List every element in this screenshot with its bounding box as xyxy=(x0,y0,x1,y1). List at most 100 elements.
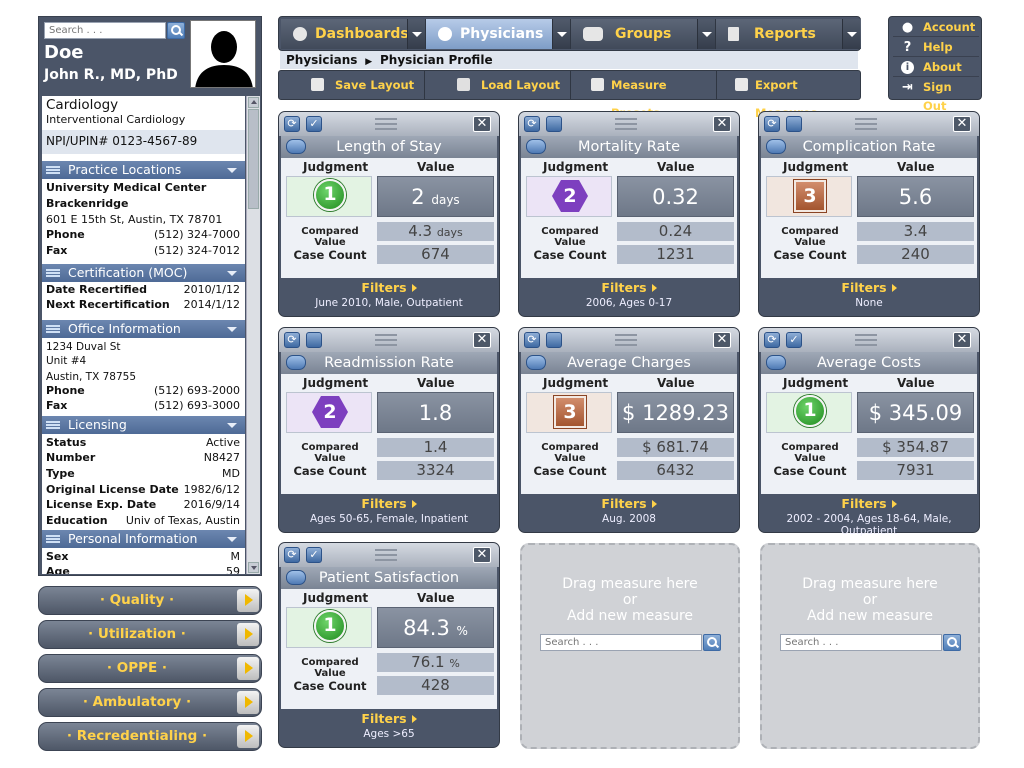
load-layout-button[interactable]: Load Layout xyxy=(425,71,571,99)
card-header-bar[interactable]: ⟳ ✓ ✕ xyxy=(759,328,979,352)
close-icon[interactable]: ✕ xyxy=(473,332,491,348)
filters-link[interactable]: Filters xyxy=(279,280,499,295)
refresh-icon[interactable]: ⟳ xyxy=(284,332,300,348)
filters-link[interactable]: Filters xyxy=(519,280,739,295)
measure-title: Readmission Rate xyxy=(324,355,454,371)
export-measures-button[interactable]: Export Measures xyxy=(717,71,860,120)
profile-details-scroll-area[interactable]: Cardiology Interventional Cardiology NPI… xyxy=(42,96,245,574)
profile-search-input[interactable] xyxy=(44,22,166,39)
check-icon[interactable]: ✓ xyxy=(786,332,802,348)
nav-ambulatory-button[interactable]: · Ambulatory · xyxy=(38,688,262,717)
list-menu-icon[interactable] xyxy=(286,355,306,370)
checkbox-icon[interactable] xyxy=(546,116,562,132)
tab-dashboards[interactable]: Dashboards xyxy=(281,19,426,49)
close-icon[interactable]: ✕ xyxy=(953,332,971,348)
tab-physicians[interactable]: Physicians xyxy=(426,19,571,49)
card-header-bar[interactable]: ⟳ ✕ xyxy=(759,112,979,136)
add-measure-search-input[interactable] xyxy=(780,634,942,651)
nav-oppe-button[interactable]: · OPPE · xyxy=(38,654,262,683)
chevron-down-icon[interactable] xyxy=(697,19,715,49)
filters-link[interactable]: Filters xyxy=(279,496,499,511)
chevron-down-icon[interactable] xyxy=(552,19,570,49)
filters-link[interactable]: Filters xyxy=(279,711,499,726)
refresh-icon[interactable]: ⟳ xyxy=(764,332,780,348)
chevron-down-icon[interactable] xyxy=(842,19,860,49)
about-link[interactable]: i About xyxy=(893,58,979,77)
list-menu-icon[interactable] xyxy=(766,355,786,370)
close-icon[interactable]: ✕ xyxy=(713,116,731,132)
section-header-practice-locations[interactable]: Practice Locations xyxy=(42,161,245,179)
measure-card[interactable]: ⟳ ✓ ✕ Length of Stay Judgment Value 1 2 days Com… xyxy=(278,111,500,317)
card-header-bar[interactable]: ⟳ ✓ ✕ xyxy=(279,543,499,567)
checkbox-icon[interactable] xyxy=(546,332,562,348)
tab-reports[interactable]: Reports xyxy=(716,19,861,49)
card-header-bar[interactable]: ⟳ ✓ ✕ xyxy=(279,112,499,136)
help-link[interactable]: ? Help xyxy=(893,38,979,57)
section-header-personal-information[interactable]: Personal Information xyxy=(42,530,245,548)
add-measure-search-input[interactable] xyxy=(540,634,702,651)
drag-handle-icon[interactable] xyxy=(615,334,637,346)
section-header-licensing[interactable]: Licensing xyxy=(42,416,245,434)
measure-card[interactable]: ⟳ ✓ ✕ Patient Satisfaction Judgment Value 1 84.… xyxy=(278,542,500,748)
measure-card[interactable]: ⟳ ✕ Average Charges Judgment Value 3 $ 1289.23… xyxy=(518,327,740,533)
measure-card[interactable]: ⟳ ✓ ✕ Average Costs Judgment Value 1 $ 345.09 C… xyxy=(758,327,980,537)
scroll-down-icon[interactable] xyxy=(248,562,259,573)
breadcrumb-root[interactable]: Physicians xyxy=(286,53,357,67)
scroll-up-icon[interactable] xyxy=(248,97,259,108)
measure-card[interactable]: ⟳ ✕ Mortality Rate Judgment Value 2 0.32 Compa… xyxy=(518,111,740,317)
close-icon[interactable]: ✕ xyxy=(953,116,971,132)
list-menu-icon[interactable] xyxy=(286,139,306,154)
account-link[interactable]: ● Account xyxy=(893,18,979,37)
nav-quality-button[interactable]: · Quality · xyxy=(38,586,262,615)
refresh-icon[interactable]: ⟳ xyxy=(524,332,540,348)
search-icon[interactable] xyxy=(167,22,185,39)
check-icon[interactable]: ✓ xyxy=(306,547,322,563)
drag-handle-icon[interactable] xyxy=(375,549,397,561)
close-icon[interactable]: ✕ xyxy=(473,547,491,563)
close-icon[interactable]: ✕ xyxy=(473,116,491,132)
sign-out-link[interactable]: ⇥ Sign Out xyxy=(893,78,979,113)
profile-scrollbar[interactable] xyxy=(246,96,260,574)
card-header-bar[interactable]: ⟳ ✕ xyxy=(519,112,739,136)
section-header-office-information[interactable]: Office Information xyxy=(42,320,245,338)
filters-link[interactable]: Filters xyxy=(759,496,979,511)
drag-handle-icon[interactable] xyxy=(375,334,397,346)
nav-utilization-button[interactable]: · Utilization · xyxy=(38,620,262,649)
measure-drop-zone[interactable]: Drag measure here or Add new measure xyxy=(760,543,980,749)
drag-handle-icon[interactable] xyxy=(375,118,397,130)
nav-recredentialing-button[interactable]: · Recredentialing · xyxy=(38,722,262,751)
search-icon[interactable] xyxy=(703,634,721,651)
close-icon[interactable]: ✕ xyxy=(713,332,731,348)
list-menu-icon[interactable] xyxy=(286,570,306,585)
list-menu-icon[interactable] xyxy=(526,139,546,154)
checkbox-icon[interactable] xyxy=(306,332,322,348)
tab-groups[interactable]: Groups xyxy=(571,19,716,49)
refresh-icon[interactable]: ⟳ xyxy=(764,116,780,132)
card-header-bar[interactable]: ⟳ ✕ xyxy=(519,328,739,352)
refresh-icon[interactable]: ⟳ xyxy=(524,116,540,132)
filters-link[interactable]: Filters xyxy=(759,280,979,295)
save-layout-button[interactable]: Save Layout xyxy=(279,71,425,99)
practice-campus: Brackenridge xyxy=(46,197,129,210)
measure-card[interactable]: ⟳ ✕ Readmission Rate Judgment Value 2 1.8 Comp… xyxy=(278,327,500,533)
scroll-thumb[interactable] xyxy=(248,109,259,209)
measure-drop-zone[interactable]: Drag measure here or Add new measure xyxy=(520,543,740,749)
list-menu-icon[interactable] xyxy=(766,139,786,154)
checkbox-icon[interactable] xyxy=(786,116,802,132)
drag-handle-icon[interactable] xyxy=(615,118,637,130)
chevron-down-icon[interactable] xyxy=(407,19,425,49)
card-title-bar: Patient Satisfaction xyxy=(281,567,497,589)
section-header-certification[interactable]: Certification (MOC) xyxy=(42,264,245,282)
drag-handle-icon[interactable] xyxy=(855,118,877,130)
measure-card[interactable]: ⟳ ✕ Complication Rate Judgment Value 3 5.6 Com… xyxy=(758,111,980,317)
list-menu-icon[interactable] xyxy=(526,355,546,370)
refresh-icon[interactable]: ⟳ xyxy=(284,547,300,563)
filters-link[interactable]: Filters xyxy=(519,496,739,511)
measure-presets-button[interactable]: Measure Presets xyxy=(571,71,717,120)
check-icon[interactable]: ✓ xyxy=(306,116,322,132)
search-icon[interactable] xyxy=(943,634,961,651)
drag-handle-icon[interactable] xyxy=(855,334,877,346)
card-header-bar[interactable]: ⟳ ✕ xyxy=(279,328,499,352)
refresh-icon[interactable]: ⟳ xyxy=(284,116,300,132)
measure-value: 84.3 % xyxy=(377,607,494,648)
